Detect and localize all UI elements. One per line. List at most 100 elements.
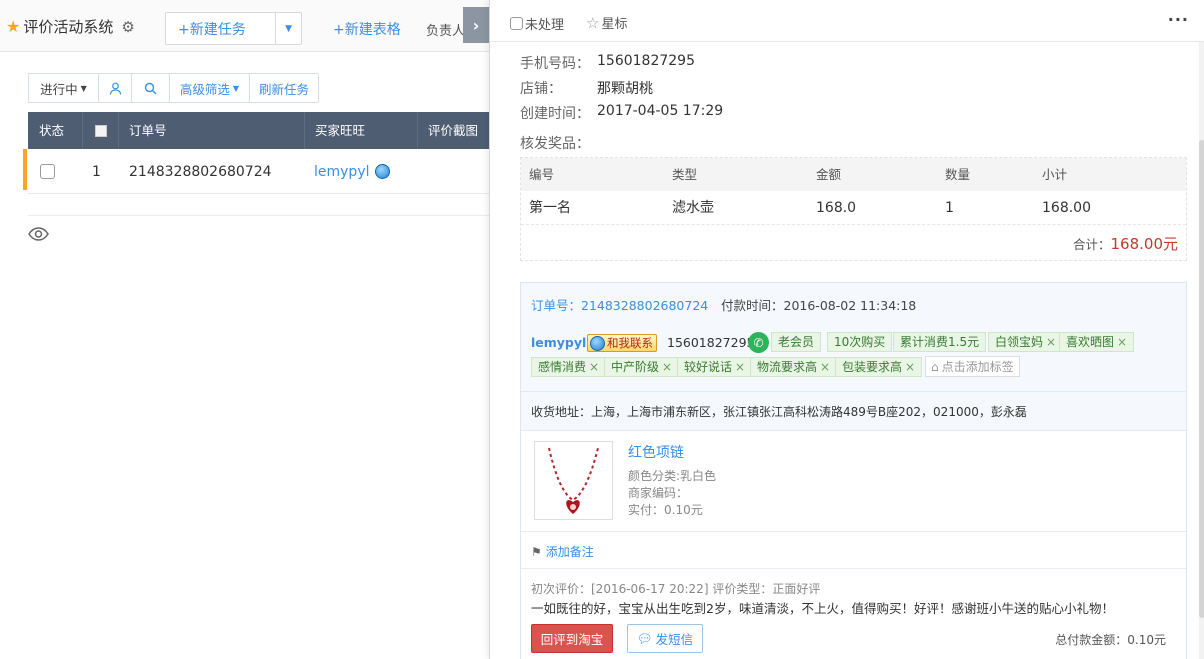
prize-total-label: 合计： bbox=[1072, 237, 1111, 252]
unprocessed-toggle[interactable]: 未处理 bbox=[510, 14, 564, 33]
star-mark-button[interactable]: ☆ 星标 bbox=[586, 13, 628, 33]
row-buyer-link[interactable]: lemypyl bbox=[314, 164, 370, 180]
send-sms-button[interactable]: 💬︎ 发短信 bbox=[627, 624, 703, 653]
prize-col-no: 编号 bbox=[529, 167, 555, 182]
send-sms-label: 发短信 bbox=[655, 632, 694, 647]
row-active-marker bbox=[23, 149, 27, 190]
search-button[interactable] bbox=[132, 74, 170, 102]
reply-to-taobao-button[interactable]: 回评到淘宝 bbox=[531, 624, 613, 653]
pay-time: 付款时间：2016-08-02 11:34:18 bbox=[721, 298, 917, 313]
unprocessed-checkbox[interactable] bbox=[510, 17, 523, 30]
close-icon[interactable]: × bbox=[1117, 335, 1127, 349]
col-screenshot[interactable]: 评价截图 bbox=[418, 112, 489, 149]
divider bbox=[521, 531, 1186, 532]
advanced-filter-dropdown[interactable]: 高级筛选 ▼ bbox=[170, 74, 250, 102]
new-task-label: 新建任务 bbox=[189, 21, 246, 38]
plus-icon: + bbox=[333, 22, 345, 38]
grid-header: 状态 订单号 买家旺旺 评价截图 bbox=[28, 112, 489, 149]
gear-icon[interactable]: ⚙ bbox=[121, 18, 134, 36]
refresh-tasks-button[interactable]: 刷新任务 bbox=[250, 74, 318, 102]
add-note-button[interactable]: ⚑ 添加备注 bbox=[531, 543, 594, 560]
collapse-panel-button[interactable]: › bbox=[463, 7, 489, 43]
close-icon[interactable]: × bbox=[820, 360, 830, 374]
plus-icon: + bbox=[178, 21, 190, 38]
buyer-link[interactable]: lemypyl bbox=[531, 335, 586, 350]
tag-label: 10次购买 bbox=[834, 335, 886, 349]
prize-subtotal: 168.00 bbox=[1042, 200, 1091, 216]
star-mark-label: 星标 bbox=[601, 17, 628, 32]
new-sheet-button[interactable]: +新建表格 bbox=[333, 19, 401, 39]
row-checkbox[interactable] bbox=[40, 164, 55, 179]
shop-row: 店铺： 那颗胡桃 bbox=[520, 78, 653, 98]
add-tag-button[interactable]: ⌂ 点击添加标签 bbox=[925, 356, 1020, 377]
scrollbar-thumb[interactable] bbox=[1199, 140, 1204, 618]
phone-value: 15601827295 bbox=[597, 53, 695, 69]
col-status[interactable]: 状态 bbox=[28, 112, 83, 149]
select-all-checkbox[interactable] bbox=[94, 124, 107, 137]
close-icon[interactable]: × bbox=[589, 360, 599, 374]
tag-icon: ⌂ bbox=[931, 359, 939, 374]
tag-chip: 感情消费 × bbox=[531, 357, 607, 377]
new-task-button[interactable]: +新建任务 ▼ bbox=[165, 12, 302, 45]
chevron-right-icon: › bbox=[472, 15, 480, 35]
app-title: ★ 评价活动系统 ⚙ bbox=[6, 16, 135, 37]
tag-label: 中产阶级 bbox=[611, 360, 660, 374]
phone-row: 手机号码： 15601827295 bbox=[520, 53, 695, 73]
tag-label: 包装要求高 bbox=[842, 360, 903, 374]
more-options-icon[interactable]: ··· bbox=[1168, 10, 1189, 29]
eye-icon[interactable] bbox=[28, 226, 49, 246]
user-filter-button[interactable] bbox=[99, 74, 132, 102]
product-name-link[interactable]: 红色项链 bbox=[628, 442, 684, 462]
reply-to-taobao-label: 回评到淘宝 bbox=[540, 632, 604, 647]
close-icon[interactable]: × bbox=[1046, 335, 1056, 349]
col-buyer[interactable]: 买家旺旺 bbox=[305, 112, 418, 149]
prize-qty: 1 bbox=[945, 200, 954, 216]
table-row[interactable]: 1 2148328802680724 lemypyl bbox=[23, 149, 489, 194]
tag-label: 较好说话 bbox=[684, 360, 733, 374]
product-paid: 实付：0.10元 bbox=[628, 503, 703, 517]
prize-section-label: 核发奖品： bbox=[520, 136, 590, 152]
advanced-filter-label: 高级筛选 bbox=[179, 81, 230, 97]
tag-chip: 包装要求高 × bbox=[835, 357, 923, 377]
prize-no: 第一名 bbox=[529, 200, 571, 216]
prize-total-value: 168.00元 bbox=[1110, 235, 1179, 253]
review-meta: 初次评价：[2016-06-17 20:22] 评价类型：正面好评 bbox=[531, 582, 821, 596]
close-icon[interactable]: × bbox=[662, 360, 672, 374]
tag-chip: 中产阶级 × bbox=[604, 357, 680, 377]
necklace-icon bbox=[548, 447, 599, 514]
status-filter-label: 进行中 bbox=[40, 81, 78, 97]
tag-chip: 累计消费1.5元 bbox=[893, 332, 987, 352]
close-icon[interactable]: × bbox=[905, 360, 915, 374]
wangwang-icon[interactable] bbox=[374, 164, 390, 179]
scrollbar[interactable] bbox=[1199, 42, 1204, 659]
add-note-label: 添加备注 bbox=[545, 545, 594, 559]
shipping-address: 收货地址：上海，上海市浦东新区，张江镇张江高科松涛路489号B座202，0210… bbox=[531, 405, 1027, 419]
status-filter-dropdown[interactable]: 进行中 ▼ bbox=[29, 74, 99, 102]
tag-label: 喜欢晒图 bbox=[1066, 335, 1115, 349]
divider bbox=[521, 568, 1186, 569]
row-buyer-cell: lemypyl bbox=[314, 149, 392, 194]
task-toolbar: 进行中 ▼ 高级筛选 ▼ 刷新任务 bbox=[28, 73, 319, 103]
tag-label: 累计消费1.5元 bbox=[900, 335, 980, 349]
prize-total: 合计：168.00元 bbox=[1073, 233, 1178, 254]
app-title-text: 评价活动系统 bbox=[23, 18, 114, 36]
wangwang-icon bbox=[590, 335, 605, 351]
contact-me-button[interactable]: 和我联系 bbox=[587, 334, 657, 352]
close-icon[interactable]: × bbox=[735, 360, 745, 374]
user-icon bbox=[109, 82, 121, 95]
product-color: 颜色分类:乳白色 bbox=[628, 469, 717, 483]
star-icon: ★ bbox=[6, 17, 21, 36]
chevron-down-icon[interactable]: ▼ bbox=[275, 13, 301, 44]
order-number-link[interactable]: 订单号：2148328802680724 bbox=[531, 295, 708, 314]
owner-label[interactable]: 负责人 bbox=[426, 20, 465, 39]
table-row: 第一名 滤水壶 168.0 1 168.00 bbox=[521, 191, 1186, 225]
phone-icon[interactable]: ✆ bbox=[748, 332, 769, 353]
tag-chip: 10次购买 bbox=[827, 332, 893, 352]
product-image[interactable] bbox=[534, 441, 613, 520]
col-order-no[interactable]: 订单号 bbox=[119, 112, 305, 149]
prize-col-amount: 金额 bbox=[816, 167, 842, 182]
tag-chip: 喜欢晒图 × bbox=[1059, 332, 1135, 352]
prize-col-subtotal: 小计 bbox=[1042, 167, 1068, 182]
detail-panel: 未处理 ☆ 星标 ··· 手机号码： 15601827295 店铺： 那颗胡桃 … bbox=[489, 0, 1204, 659]
tag-label: 感情消费 bbox=[538, 360, 587, 374]
